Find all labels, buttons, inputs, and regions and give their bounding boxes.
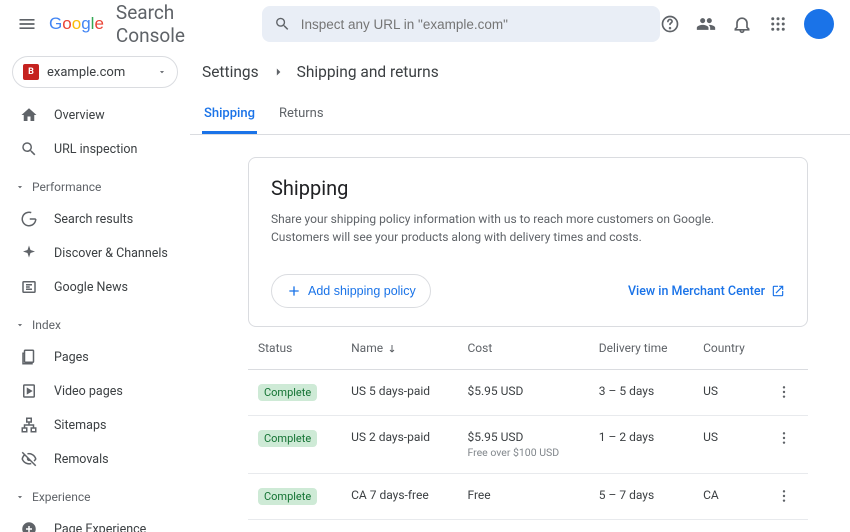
th-status[interactable]: Status bbox=[248, 327, 341, 370]
breadcrumb-parent[interactable]: Settings bbox=[202, 63, 259, 81]
apps-grid-icon bbox=[769, 15, 787, 33]
open-in-new-icon bbox=[771, 284, 785, 298]
card-description-line2: Customers will see your products along w… bbox=[271, 228, 785, 246]
cell-country: US bbox=[693, 416, 766, 474]
google-logo-icon: Google bbox=[49, 13, 112, 35]
sidebar-section-index[interactable]: Index bbox=[6, 310, 184, 340]
cell-cost: $5.95 USDFree over $100 USD bbox=[457, 416, 588, 474]
status-badge: Complete bbox=[258, 488, 317, 505]
breadcrumb-current: Shipping and returns bbox=[297, 63, 439, 81]
sidebar-item-sitemaps[interactable]: Sitemaps bbox=[6, 408, 184, 442]
cell-cost: Free bbox=[457, 474, 588, 520]
url-inspect-input[interactable] bbox=[301, 17, 648, 32]
users-button[interactable] bbox=[696, 14, 716, 34]
cell-cost: $5.95 USD bbox=[457, 370, 588, 416]
menu-button[interactable] bbox=[16, 12, 39, 36]
plus-icon bbox=[286, 283, 302, 299]
cell-delivery: 5 – 7 days bbox=[589, 474, 693, 520]
sidebar-item-video-pages[interactable]: Video pages bbox=[6, 374, 184, 408]
g-logo-icon bbox=[20, 210, 38, 228]
breadcrumb: Settings Shipping and returns bbox=[190, 48, 850, 96]
cell-country: CA bbox=[693, 474, 766, 520]
cell-delivery: 3 – 5 days bbox=[589, 370, 693, 416]
sidebar-item-overview[interactable]: Overview bbox=[6, 98, 184, 132]
hamburger-icon bbox=[17, 14, 37, 34]
notifications-button[interactable] bbox=[732, 14, 752, 34]
sidebar-item-url-inspection[interactable]: URL inspection bbox=[6, 132, 184, 166]
shipping-policies-table: Status Name Cost Delivery time Country C… bbox=[248, 327, 808, 520]
sidebar-item-search-results[interactable]: Search results bbox=[6, 202, 184, 236]
news-icon bbox=[20, 278, 38, 296]
sparkle-icon bbox=[20, 244, 38, 262]
search-icon bbox=[274, 15, 291, 33]
tab-returns[interactable]: Returns bbox=[277, 96, 326, 134]
chevron-down-icon bbox=[15, 320, 25, 330]
help-icon bbox=[660, 14, 680, 34]
status-badge: Complete bbox=[258, 430, 317, 447]
shipping-intro-card: Shipping Share your shipping policy info… bbox=[248, 157, 808, 327]
chevron-down-icon bbox=[15, 492, 25, 502]
th-country[interactable]: Country bbox=[693, 327, 766, 370]
shipping-policies-table-card: Status Name Cost Delivery time Country C… bbox=[248, 327, 808, 532]
table-row[interactable]: Complete US 2 days-paid $5.95 USDFree ov… bbox=[248, 416, 808, 474]
product-logo[interactable]: Google Search Console bbox=[49, 1, 242, 47]
more-vert-icon bbox=[776, 488, 792, 504]
th-name[interactable]: Name bbox=[341, 327, 457, 370]
sidebar-item-google-news[interactable]: Google News bbox=[6, 270, 184, 304]
chevron-down-icon bbox=[15, 182, 25, 192]
tabs: Shipping Returns bbox=[190, 96, 850, 135]
sort-down-icon bbox=[386, 343, 398, 355]
row-menu-button[interactable] bbox=[766, 370, 808, 416]
add-shipping-policy-button[interactable]: Add shipping policy bbox=[271, 274, 431, 308]
table-row[interactable]: Complete CA 7 days-free Free 5 – 7 days … bbox=[248, 474, 808, 520]
cell-delivery: 1 – 2 days bbox=[589, 416, 693, 474]
product-name: Search Console bbox=[116, 1, 242, 47]
property-selector[interactable]: B example.com bbox=[12, 56, 178, 88]
view-merchant-center-link[interactable]: View in Merchant Center bbox=[628, 284, 785, 299]
card-title: Shipping bbox=[271, 176, 785, 200]
cell-country: US bbox=[693, 370, 766, 416]
magnify-icon bbox=[20, 140, 38, 158]
tab-shipping[interactable]: Shipping bbox=[202, 96, 257, 134]
sidebar-item-removals[interactable]: Removals bbox=[6, 442, 184, 476]
sitemap-icon bbox=[20, 416, 38, 434]
property-name: example.com bbox=[47, 65, 157, 80]
sidebar-item-discover[interactable]: Discover & Channels bbox=[6, 236, 184, 270]
card-description-line1: Share your shipping policy information w… bbox=[271, 210, 785, 228]
row-menu-button[interactable] bbox=[766, 474, 808, 520]
users-icon bbox=[696, 14, 716, 34]
cell-name: CA 7 days-free bbox=[341, 474, 457, 520]
more-vert-icon bbox=[776, 430, 792, 446]
badge-plus-icon bbox=[20, 520, 38, 532]
bell-icon bbox=[732, 14, 752, 34]
sidebar-section-experience[interactable]: Experience bbox=[6, 482, 184, 512]
row-menu-button[interactable] bbox=[766, 416, 808, 474]
cell-name: US 5 days-paid bbox=[341, 370, 457, 416]
home-icon bbox=[20, 106, 38, 124]
th-delivery[interactable]: Delivery time bbox=[589, 327, 693, 370]
cell-name: US 2 days-paid bbox=[341, 416, 457, 474]
chevron-right-icon bbox=[271, 65, 285, 79]
url-inspect-search[interactable] bbox=[262, 6, 660, 42]
account-avatar[interactable] bbox=[804, 9, 834, 39]
help-button[interactable] bbox=[660, 14, 680, 34]
apps-button[interactable] bbox=[768, 14, 788, 34]
sidebar-item-page-experience[interactable]: Page Experience bbox=[6, 512, 184, 532]
sidebar: B example.com Overview URL inspection Pe… bbox=[0, 48, 190, 532]
table-footer-text: To manage all 7 of your shipping policie… bbox=[248, 520, 808, 532]
dropdown-icon bbox=[157, 67, 167, 77]
video-page-icon bbox=[20, 382, 38, 400]
status-badge: Complete bbox=[258, 384, 317, 401]
svg-text:Google: Google bbox=[49, 14, 104, 33]
sidebar-section-performance[interactable]: Performance bbox=[6, 172, 184, 202]
table-row[interactable]: Complete US 5 days-paid $5.95 USD 3 – 5 … bbox=[248, 370, 808, 416]
more-vert-icon bbox=[776, 384, 792, 400]
property-favicon: B bbox=[23, 64, 39, 80]
th-cost[interactable]: Cost bbox=[457, 327, 588, 370]
pages-icon bbox=[20, 348, 38, 366]
sidebar-item-pages[interactable]: Pages bbox=[6, 340, 184, 374]
visibility-off-icon bbox=[20, 450, 38, 468]
